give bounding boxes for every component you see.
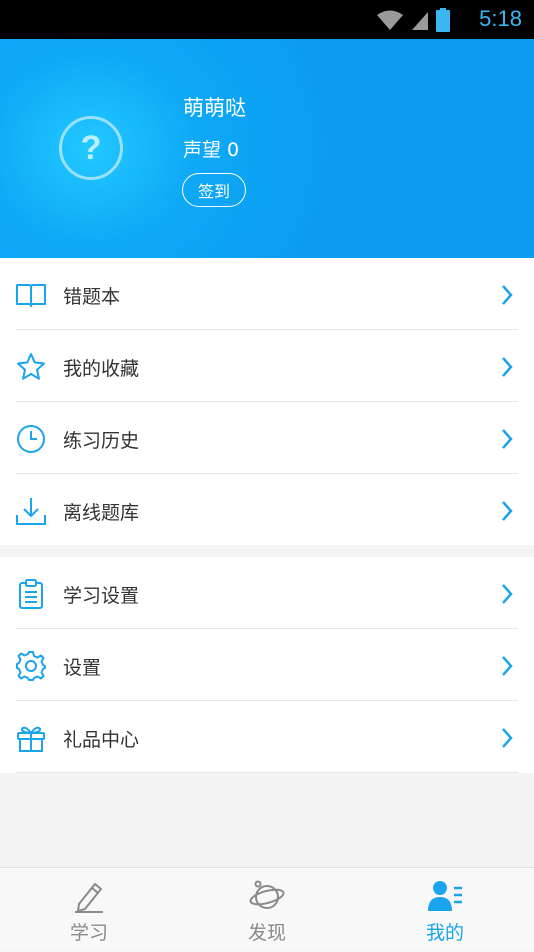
status-icons [376,7,450,33]
menu-item-label: 错题本 [63,286,121,308]
menu-item-label: 学习设置 [63,585,140,607]
divider [16,772,518,773]
reputation-text: 声望 0 [183,139,240,161]
tab-study[interactable]: 学习 [0,868,178,952]
menu-group-primary: 错题本 我的收藏 练习历史 离线题库 [0,258,534,545]
menu-item-label: 设置 [63,657,102,679]
chevron-right-icon [502,285,513,305]
download-icon [16,498,46,525]
profile-icon [428,881,462,911]
chevron-right-icon [502,357,513,377]
menu-item-practice-history[interactable]: 练习历史 [0,402,534,474]
tab-label: 我的 [425,922,464,944]
status-bar: 5:18 [0,0,534,39]
menu-item-label: 练习历史 [63,430,140,452]
tab-mine[interactable]: 我的 [356,868,534,952]
signal-icon [412,12,428,30]
menu-item-gift-center[interactable]: 礼品中心 [0,701,534,773]
menu-item-wrong-questions[interactable]: 错题本 [0,258,534,330]
clock-icon [17,425,45,453]
chevron-right-icon [502,656,513,676]
menu-item-favorites[interactable]: 我的收藏 [0,330,534,402]
username: 萌萌哒 [183,96,246,120]
menu-item-study-settings[interactable]: 学习设置 [0,557,534,629]
status-time: 5:18 [479,6,522,31]
gift-icon [17,726,45,752]
avatar[interactable]: ? [59,116,123,180]
bottom-tab-bar: 学习 发现 我的 [0,867,534,951]
pencil-icon [75,883,103,913]
gear-icon [16,651,46,681]
book-icon [16,284,46,307]
clipboard-icon [19,579,43,609]
battery-icon [436,8,450,32]
tab-label: 发现 [247,922,286,944]
checkin-button[interactable]: 签到 [182,173,246,207]
chevron-right-icon [502,728,513,748]
tab-label: 学习 [69,922,108,944]
chevron-right-icon [502,584,513,604]
menu-group-secondary: 学习设置 设置 礼品中心 [0,557,534,773]
menu-item-settings[interactable]: 设置 [0,629,534,701]
menu-item-label: 离线题库 [63,502,140,524]
menu-item-label: 我的收藏 [63,358,140,380]
wifi-icon [377,10,403,30]
tab-discover[interactable]: 发现 [178,868,356,952]
chevron-right-icon [502,429,513,449]
menu-item-offline-bank[interactable]: 离线题库 [0,474,534,546]
planet-icon [249,880,285,909]
chevron-right-icon [502,501,513,521]
profile-header: ? 萌萌哒 声望 0 签到 [0,39,534,258]
menu-item-label: 礼品中心 [63,729,140,751]
star-icon [17,353,45,380]
